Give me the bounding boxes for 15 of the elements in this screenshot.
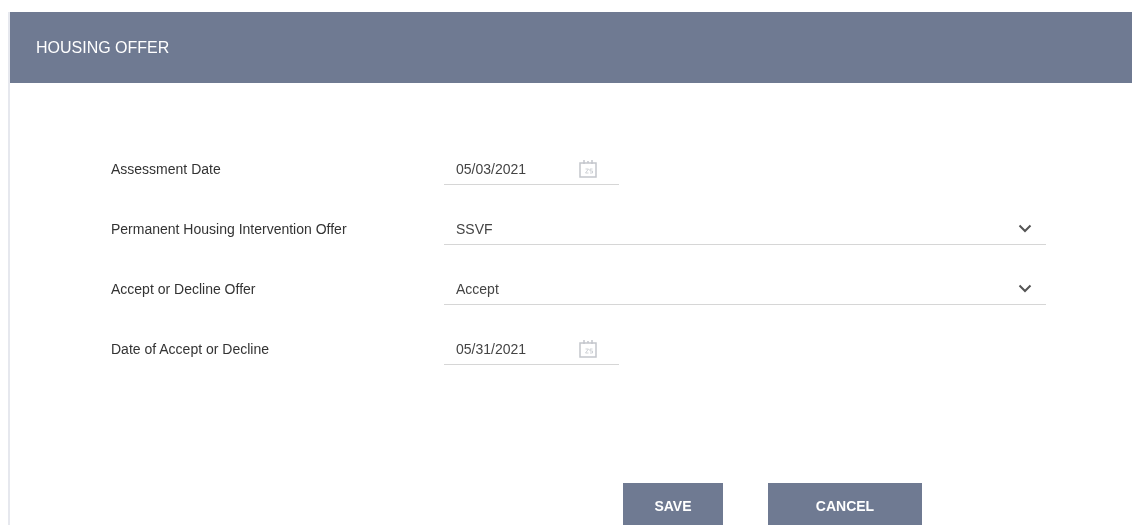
field-label: Permanent Housing Intervention Offer xyxy=(111,221,348,239)
field-label: Assessment Date xyxy=(111,161,222,179)
date-field[interactable]: 05/31/2021 xyxy=(444,333,619,365)
field-label: Accept or Decline Offer xyxy=(111,281,257,299)
calendar-icon[interactable] xyxy=(578,338,598,359)
dropdown-field[interactable]: Accept xyxy=(444,273,1046,305)
cancel-button[interactable]: CANCEL xyxy=(768,483,922,525)
chevron-down-icon xyxy=(1018,224,1032,233)
calendar-icon[interactable] xyxy=(578,158,598,179)
dropdown-field[interactable]: SSVF xyxy=(444,213,1046,245)
field-label: Date of Accept or Decline xyxy=(111,341,270,359)
save-button[interactable]: SAVE xyxy=(623,483,723,525)
chevron-down-icon xyxy=(1018,284,1032,293)
panel-title: HOUSING OFFER xyxy=(36,38,170,57)
date-field[interactable]: 05/03/2021 xyxy=(444,153,619,185)
